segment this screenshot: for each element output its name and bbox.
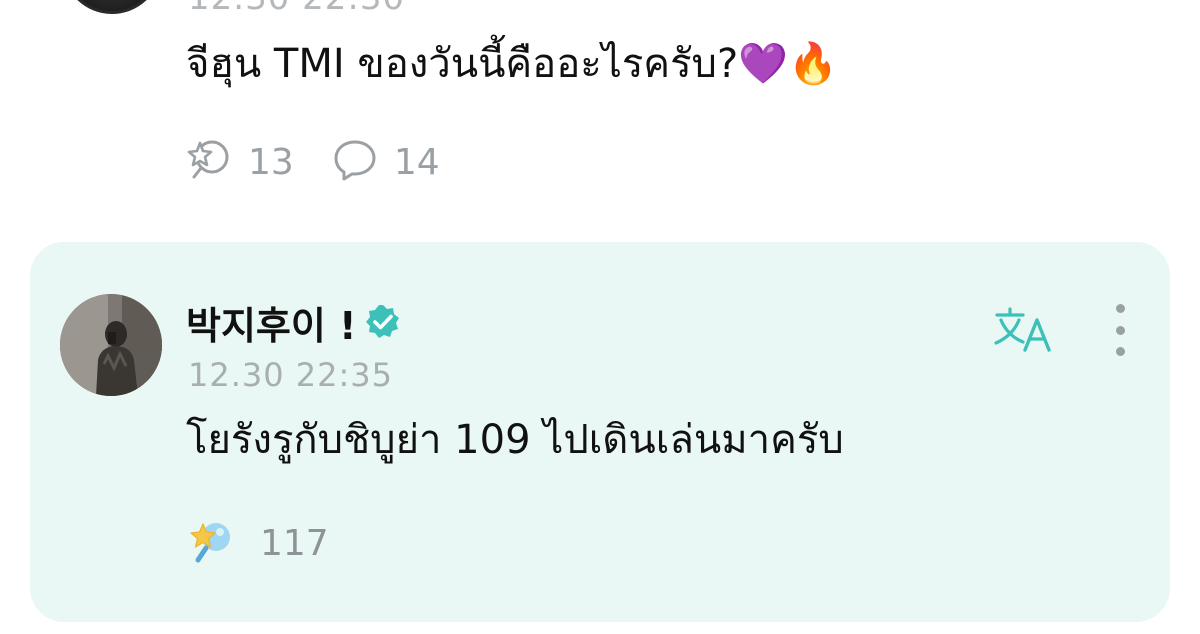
reaction-button[interactable]: 13 <box>186 137 294 187</box>
reply-reaction[interactable]: 117 <box>186 518 329 568</box>
post-content: จีฮุน TMI ของวันนี้คืออะไรครับ?💜🔥 <box>186 41 838 87</box>
more-dot <box>1115 304 1125 313</box>
parent-post: 12.30 22:30 จีฮุน TMI ของวันนี้คืออะไรคร… <box>0 0 1200 230</box>
reaction-icon <box>186 137 232 187</box>
avatar[interactable] <box>62 0 162 14</box>
reply-card[interactable]: 박지후이 ! 12.30 22:35 โยรังรูกับชิบูย่า 109… <box>30 242 1170 622</box>
comment-bubble-icon <box>332 137 378 187</box>
post-timestamp: 12.30 22:30 <box>188 0 405 18</box>
reaction-count: 117 <box>260 522 329 564</box>
reaction-icon <box>186 516 238 570</box>
verified-badge-icon <box>364 303 402 341</box>
more-options-icon[interactable] <box>1104 304 1136 356</box>
reply-header: 박지후이 ! <box>186 298 402 348</box>
post-actions: 13 14 <box>186 136 478 188</box>
avatar[interactable] <box>60 294 162 396</box>
reaction-count: 13 <box>248 141 294 183</box>
translate-button[interactable] <box>992 306 1056 358</box>
translate-icon <box>993 306 1055 358</box>
reply-content: โยรังรูกับชิบูย่า 109 ไปเดินเล่นมาครับ <box>186 417 844 463</box>
more-dot <box>1115 325 1125 335</box>
more-dot <box>1115 347 1125 356</box>
username[interactable]: 박지후이 ! <box>186 295 356 350</box>
comment-count: 14 <box>393 141 440 183</box>
reply-timestamp: 12.30 22:35 <box>188 356 393 394</box>
comment-thread: 12.30 22:30 จีฮุน TMI ของวันนี้คืออะไรคร… <box>0 0 1200 634</box>
comment-button[interactable]: 14 <box>332 137 440 187</box>
